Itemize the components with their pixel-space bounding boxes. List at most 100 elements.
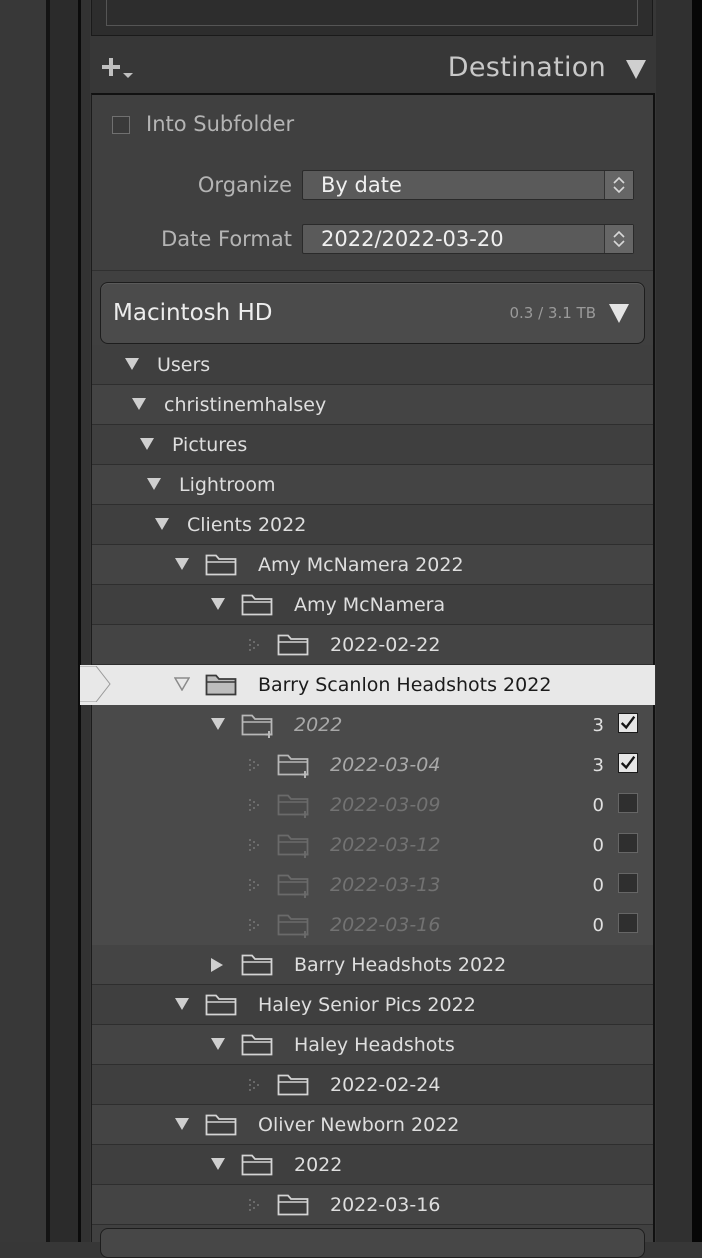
include-folder-checkbox[interactable] bbox=[618, 833, 638, 853]
checkmark-icon bbox=[620, 755, 636, 770]
select-stepper-icon[interactable] bbox=[604, 225, 633, 253]
organize-select[interactable]: By date bbox=[302, 170, 634, 200]
folder-icon bbox=[241, 1034, 273, 1056]
add-destination-plus-icon[interactable] bbox=[102, 56, 136, 82]
tree-row-label: 2022-03-04 bbox=[330, 754, 441, 776]
tree-row[interactable]: 2022-03-13 0 bbox=[92, 865, 653, 905]
disclosure-triangle-down-icon[interactable] bbox=[154, 517, 170, 531]
tree-row-label: 2022-02-22 bbox=[330, 634, 441, 656]
section-divider bbox=[92, 270, 653, 271]
leaf-dots-icon bbox=[249, 1079, 259, 1091]
tree-row-label: christinemhalsey bbox=[164, 394, 327, 416]
folder-plus-icon bbox=[277, 834, 309, 858]
leaf-dots-icon bbox=[249, 879, 259, 891]
tree-row[interactable]: Amy McNamera bbox=[92, 585, 653, 625]
tree-row-label: Pictures bbox=[172, 434, 248, 456]
folder-plus-icon bbox=[277, 794, 309, 818]
disclosure-triangle-down-icon[interactable] bbox=[210, 717, 226, 731]
include-folder-checkbox[interactable] bbox=[618, 873, 638, 893]
tree-row[interactable]: 2022 3 bbox=[92, 705, 653, 745]
tree-row[interactable]: 2022-03-16 bbox=[92, 1185, 653, 1225]
panel-scroll-track[interactable] bbox=[81, 0, 90, 1242]
leaf-dots-icon bbox=[249, 839, 259, 851]
tree-row[interactable]: 2022-02-24 bbox=[92, 1065, 653, 1105]
previous-panel-bottom bbox=[91, 0, 653, 36]
selected-row-pointer-icon bbox=[80, 666, 114, 702]
next-panel-header[interactable] bbox=[100, 1228, 645, 1258]
disclosure-triangle-down-icon[interactable] bbox=[139, 437, 155, 451]
tree-row-selected[interactable]: Barry Scanlon Headshots 2022 bbox=[80, 665, 655, 705]
leaf-dots-icon bbox=[249, 759, 259, 771]
disclosure-triangle-down-icon[interactable] bbox=[174, 997, 190, 1011]
volume-header[interactable]: Macintosh HD 0.3 / 3.1 TB bbox=[100, 282, 645, 344]
include-folder-checkbox[interactable] bbox=[618, 793, 638, 813]
tree-row-label: 2022-02-24 bbox=[330, 1074, 441, 1096]
left-panel-edge bbox=[0, 0, 46, 1242]
disclosure-triangle-down-icon[interactable] bbox=[131, 397, 147, 411]
tree-row[interactable]: Clients 2022 bbox=[92, 505, 653, 545]
folder-icon bbox=[241, 954, 273, 976]
include-folder-checkbox[interactable] bbox=[618, 753, 638, 773]
tree-row-label: Amy McNamera 2022 bbox=[258, 554, 464, 576]
tree-row-label: Barry Headshots 2022 bbox=[294, 954, 507, 976]
window-edge bbox=[692, 0, 702, 1242]
tree-row[interactable]: Haley Senior Pics 2022 bbox=[92, 985, 653, 1025]
leaf-dots-icon bbox=[249, 1199, 259, 1211]
tree-row[interactable]: Haley Headshots bbox=[92, 1025, 653, 1065]
volume-name: Macintosh HD bbox=[113, 300, 273, 326]
disclosure-triangle-down-icon[interactable] bbox=[174, 557, 190, 571]
include-folder-checkbox[interactable] bbox=[618, 713, 638, 733]
tree-row-label: Oliver Newborn 2022 bbox=[258, 1114, 460, 1136]
volume-size: 0.3 / 3.1 TB bbox=[509, 304, 596, 322]
date-format-select[interactable]: 2022/2022-03-20 bbox=[302, 224, 634, 254]
tree-row[interactable]: Oliver Newborn 2022 bbox=[92, 1105, 653, 1145]
tree-row[interactable]: 2022-03-12 0 bbox=[92, 825, 653, 865]
folder-icon bbox=[205, 554, 237, 576]
destination-panel-title[interactable]: Destination bbox=[396, 52, 606, 83]
leaf-dots-icon bbox=[249, 919, 259, 931]
disclosure-triangle-down-icon[interactable] bbox=[174, 677, 190, 691]
folder-icon bbox=[277, 634, 309, 656]
previous-panel-field bbox=[106, 0, 638, 26]
folder-icon bbox=[241, 594, 273, 616]
tree-row[interactable]: 2022-03-09 0 bbox=[92, 785, 653, 825]
tree-row[interactable]: 2022-03-04 3 bbox=[92, 745, 653, 785]
tree-row[interactable]: Lightroom bbox=[92, 465, 653, 505]
folder-icon bbox=[205, 674, 237, 696]
disclosure-triangle-down-icon[interactable] bbox=[210, 597, 226, 611]
folder-icon bbox=[205, 994, 237, 1016]
disclosure-triangle-down-icon[interactable] bbox=[124, 357, 140, 371]
tree-row[interactable]: Users bbox=[92, 345, 653, 385]
photo-count: 0 bbox=[592, 875, 604, 896]
tree-row[interactable]: 2022-03-16 0 bbox=[92, 905, 653, 945]
date-format-select-value: 2022/2022-03-20 bbox=[321, 227, 504, 251]
disclosure-triangle-down-icon[interactable] bbox=[210, 1157, 226, 1171]
folder-icon bbox=[277, 1074, 309, 1096]
tree-row[interactable]: Barry Headshots 2022 bbox=[92, 945, 653, 985]
photo-count: 3 bbox=[592, 715, 604, 736]
checkmark-icon bbox=[620, 715, 636, 730]
select-stepper-icon[interactable] bbox=[604, 171, 633, 199]
triangle-down-icon[interactable] bbox=[608, 302, 630, 324]
tree-row-label: 2022 bbox=[294, 714, 343, 736]
into-subfolder-label: Into Subfolder bbox=[146, 112, 295, 136]
folder-plus-icon bbox=[241, 714, 273, 738]
disclosure-triangle-right-icon[interactable] bbox=[210, 957, 224, 973]
tree-row[interactable]: Pictures bbox=[92, 425, 653, 465]
disclosure-triangle-down-icon[interactable] bbox=[174, 1117, 190, 1131]
disclosure-triangle-down-icon[interactable] bbox=[210, 1037, 226, 1051]
photo-count: 3 bbox=[592, 755, 604, 776]
include-folder-checkbox[interactable] bbox=[618, 913, 638, 933]
organize-select-value: By date bbox=[321, 173, 402, 197]
into-subfolder-checkbox[interactable] bbox=[112, 116, 130, 134]
tree-row[interactable]: christinemhalsey bbox=[92, 385, 653, 425]
leaf-dots-icon bbox=[249, 799, 259, 811]
folder-icon bbox=[277, 1194, 309, 1216]
photo-count: 0 bbox=[592, 915, 604, 936]
disclosure-triangle-down-icon[interactable] bbox=[146, 477, 162, 491]
tree-row[interactable]: 2022-02-22 bbox=[92, 625, 653, 665]
tree-row-label: 2022-03-13 bbox=[330, 874, 441, 896]
tree-row[interactable]: 2022 bbox=[92, 1145, 653, 1185]
tree-row[interactable]: Amy McNamera 2022 bbox=[92, 545, 653, 585]
triangle-down-icon[interactable] bbox=[625, 58, 647, 80]
